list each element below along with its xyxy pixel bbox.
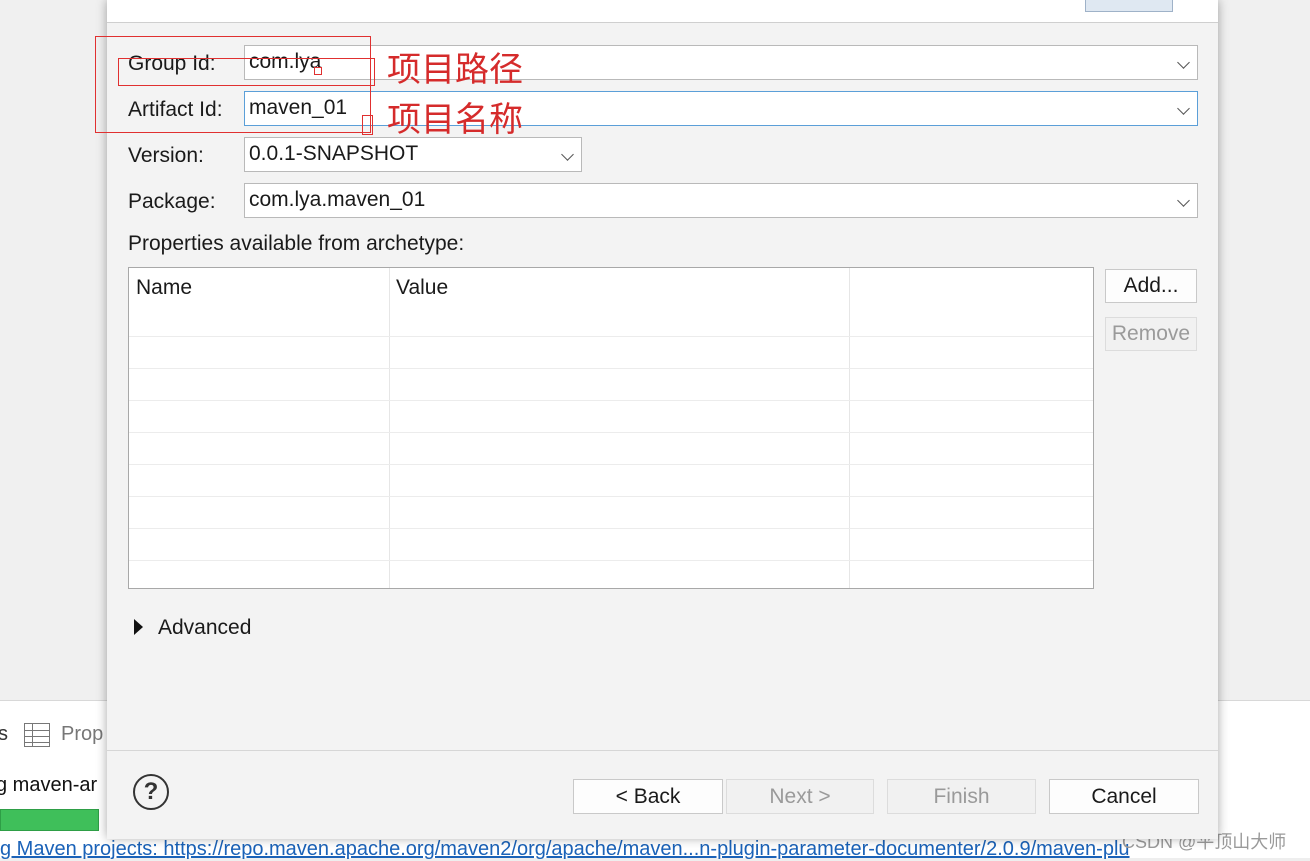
package-label: Package: — [128, 190, 216, 213]
add-property-button[interactable]: Add... — [1105, 269, 1197, 303]
back-button[interactable]: < Back — [573, 779, 723, 814]
remove-property-button[interactable]: Remove — [1105, 317, 1197, 351]
annotation-group-note: 项目路径 — [387, 50, 523, 90]
column-separator — [389, 268, 390, 588]
column-header-value[interactable]: Value — [396, 276, 448, 300]
properties-view-icon — [24, 723, 50, 747]
dialog-header — [107, 0, 1218, 23]
package-combo[interactable]: com.lya.maven_01 — [244, 183, 1198, 218]
properties-table[interactable]: Name Value — [128, 267, 1094, 589]
progress-bar — [0, 809, 99, 831]
table-row — [129, 368, 1093, 369]
version-combo[interactable]: 0.0.1-SNAPSHOT — [244, 137, 582, 172]
progress-status-text: g maven-ar — [0, 774, 98, 796]
views-tab-properties[interactable]: Prop — [61, 723, 103, 746]
dropdown-arrow-icon[interactable] — [1177, 194, 1190, 207]
annotation-artifact-note: 项目名称 — [387, 100, 523, 140]
table-row — [129, 400, 1093, 401]
dropdown-arrow-icon[interactable] — [561, 148, 574, 161]
table-row — [129, 336, 1093, 337]
table-row — [129, 464, 1093, 465]
dropdown-arrow-icon[interactable] — [1177, 56, 1190, 69]
package-value[interactable]: com.lya.maven_01 — [249, 188, 425, 212]
table-row — [129, 528, 1093, 529]
table-row — [129, 560, 1093, 561]
finish-button[interactable]: Finish — [887, 779, 1036, 814]
wizard-banner-image — [1085, 0, 1173, 12]
expand-triangle-icon[interactable] — [134, 619, 143, 635]
annotation-group-box — [118, 58, 375, 86]
table-row — [129, 496, 1093, 497]
help-icon[interactable]: ? — [133, 774, 169, 810]
version-value[interactable]: 0.0.1-SNAPSHOT — [249, 142, 418, 166]
next-button[interactable]: Next > — [726, 779, 874, 814]
cancel-button[interactable]: Cancel — [1049, 779, 1199, 814]
version-label: Version: — [128, 144, 204, 167]
advanced-section-toggle[interactable]: Advanced — [158, 616, 251, 640]
properties-label: Properties available from archetype: — [128, 232, 465, 255]
table-row — [129, 432, 1093, 433]
views-tab-partial-left[interactable]: s — [0, 723, 8, 746]
annotation-marker — [314, 67, 322, 75]
annotation-marker — [362, 115, 373, 135]
column-separator — [849, 268, 850, 588]
column-header-name[interactable]: Name — [136, 276, 192, 300]
dropdown-arrow-icon[interactable] — [1177, 102, 1190, 115]
